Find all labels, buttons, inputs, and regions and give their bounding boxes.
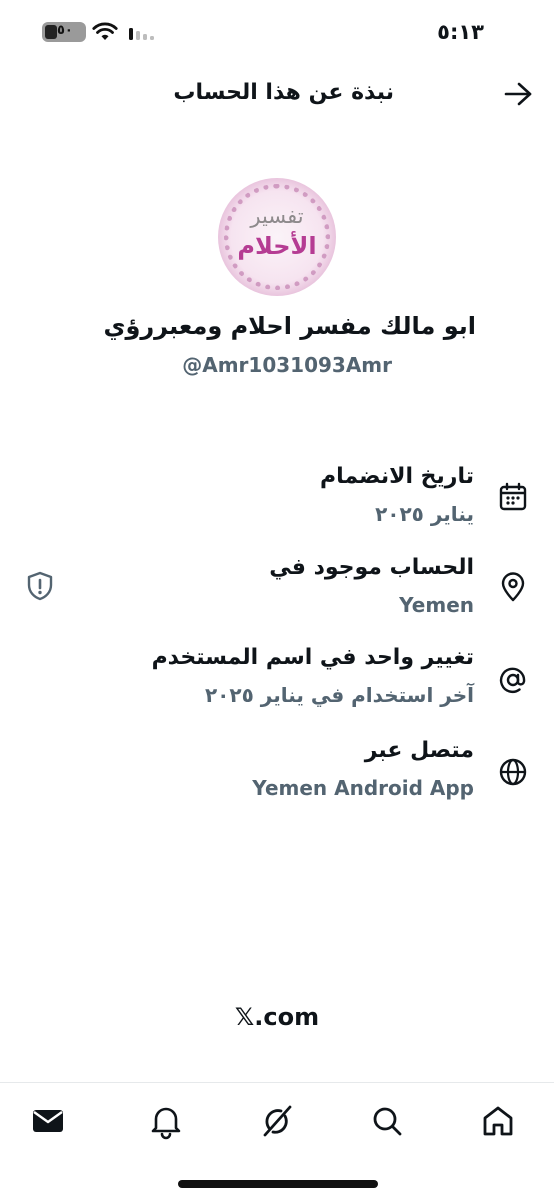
nav-notifications[interactable]	[146, 1101, 186, 1141]
signal-icon	[129, 28, 154, 40]
bell-icon	[151, 1107, 181, 1140]
shield-warning-icon[interactable]	[24, 570, 56, 602]
back-button[interactable]	[502, 80, 534, 108]
search-icon	[373, 1107, 402, 1136]
nav-grok[interactable]	[257, 1101, 297, 1141]
join-date-value: يناير ٢٠٢٥	[375, 502, 474, 526]
username-change-label: تغيير واحد في اسم المستخدم	[151, 645, 474, 670]
battery-icon: ٥٠	[42, 22, 86, 42]
arrow-right-icon	[504, 82, 532, 106]
join-date-label: تاريخ الانضمام	[320, 464, 474, 489]
calendar-icon	[499, 482, 527, 511]
info-row-join-date: تاريخ الانضمام يناير ٢٠٢٥	[0, 460, 554, 540]
avatar-text-bottom: الأحلام	[237, 232, 317, 260]
status-bar: ٥٠ ٥:١٣	[0, 0, 554, 64]
globe-icon	[499, 758, 527, 786]
status-time: ٥:١٣	[437, 20, 484, 44]
wifi-icon	[92, 22, 118, 40]
battery-level: ٥٠	[57, 23, 73, 38]
x-com-link[interactable]: 𝕏.com	[0, 1003, 554, 1031]
location-value: Yemen	[399, 593, 474, 617]
location-pin-icon	[501, 572, 525, 602]
info-row-location: الحساب موجود في Yemen	[0, 555, 554, 635]
info-row-username-change: تغيير واحد في اسم المستخدم آخر استخدام ف…	[0, 645, 554, 725]
envelope-icon	[33, 1110, 63, 1132]
nav-home[interactable]	[478, 1101, 518, 1141]
header: نبذة عن هذا الحساب	[0, 64, 554, 124]
user-handle: @Amr1031093Amr	[182, 353, 392, 377]
home-indicator[interactable]	[178, 1180, 378, 1188]
username-change-value: آخر استخدام في يناير ٢٠٢٥	[204, 683, 474, 707]
connected-via-value: Yemen Android App	[252, 776, 474, 800]
at-sign-icon	[499, 667, 526, 694]
info-row-connected-via: متصل عبر Yemen Android App	[0, 738, 554, 818]
nav-messages[interactable]	[28, 1101, 68, 1141]
connected-via-label: متصل عبر	[364, 738, 474, 763]
nav-search[interactable]	[367, 1101, 407, 1141]
display-name: ابو مالك مفسر احلام ومعبررؤي	[103, 312, 476, 340]
avatar[interactable]: تفسير الأحلام	[218, 178, 336, 296]
location-label: الحساب موجود في	[269, 555, 474, 580]
home-icon	[483, 1106, 513, 1136]
avatar-text-top: تفسير	[250, 204, 304, 228]
page-title: نبذة عن هذا الحساب	[173, 80, 394, 105]
grok-icon	[263, 1105, 292, 1137]
about-account-screen: ٥٠ ٥:١٣ نبذة عن هذا الحساب تفسير الأحلام	[0, 0, 554, 1200]
